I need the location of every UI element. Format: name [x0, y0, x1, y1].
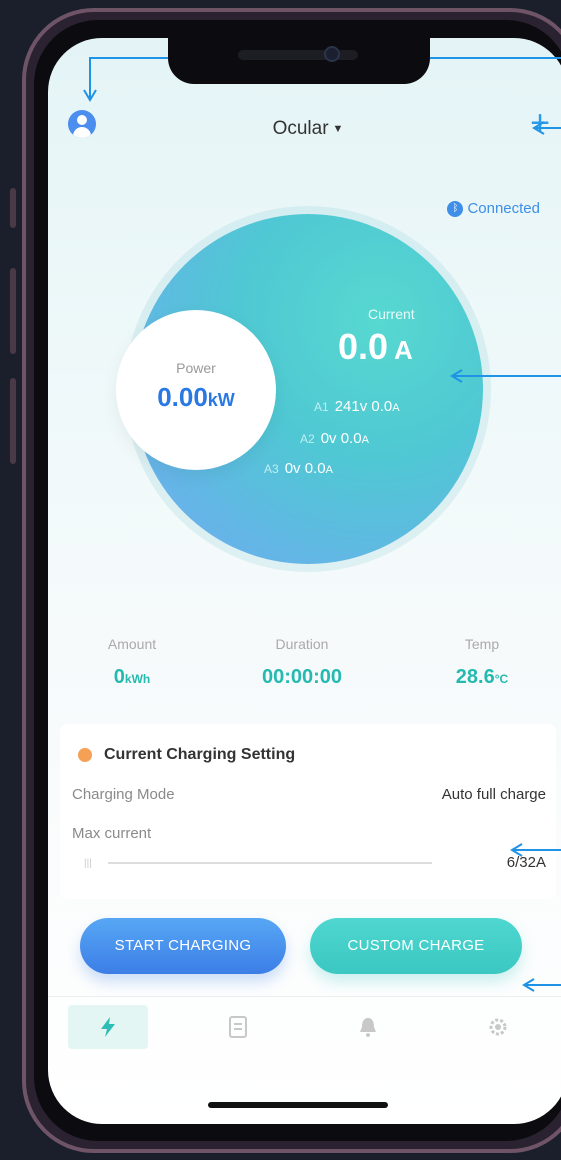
- speaker: [238, 50, 358, 60]
- max-current-label: Max current: [72, 825, 152, 842]
- settings-title: Current Charging Setting: [78, 746, 295, 764]
- charging-settings-card: Current Charging Setting Charging Mode A…: [60, 724, 556, 899]
- gear-icon: [489, 1018, 507, 1036]
- lightning-icon: [101, 1017, 115, 1037]
- stat-amount: Amount 0kWh: [62, 636, 202, 689]
- power-gauge: Power 0.00kW: [116, 310, 276, 470]
- phase-voltage: 0v: [284, 460, 301, 477]
- tab-settings[interactable]: [458, 1005, 538, 1049]
- stat-value-wrap: 00:00:00: [232, 666, 372, 689]
- bell-icon: [360, 1018, 376, 1037]
- current-value-wrap: 0.0 A: [338, 326, 413, 368]
- volume-down-button: [10, 378, 16, 464]
- notch: [168, 38, 430, 84]
- phase-voltage: 0v: [320, 430, 337, 447]
- slider-track[interactable]: [108, 862, 432, 864]
- home-indicator: [208, 1102, 388, 1108]
- stat-label: Temp: [464, 636, 500, 652]
- max-current-slider[interactable]: |||: [72, 858, 432, 869]
- charging-mode-value[interactable]: Auto full charge: [442, 786, 546, 803]
- stat-label: Amount: [107, 636, 157, 652]
- stat-label: Duration: [275, 636, 329, 652]
- phase-row: A2 0v 0.0A: [300, 430, 369, 447]
- current-unit: A: [394, 335, 413, 365]
- phase-unit: A: [392, 402, 400, 414]
- connection-label: Connected: [467, 200, 540, 217]
- charging-mode-label: Charging Mode: [72, 786, 175, 803]
- stat-value: 28.6: [455, 666, 495, 688]
- add-device-icon[interactable]: +: [530, 106, 550, 140]
- stat-unit: °C: [494, 672, 509, 686]
- device-selector[interactable]: Ocular ▼: [48, 118, 561, 140]
- current-value: 0.0: [338, 326, 389, 367]
- slider-handle[interactable]: |||: [84, 858, 98, 869]
- tab-notifications[interactable]: [328, 1005, 408, 1049]
- phase-current: 0.0: [340, 430, 362, 447]
- app-header: Ocular ▼ +: [48, 106, 561, 148]
- phase-current: 0.0: [304, 460, 326, 477]
- stat-temp: Temp 28.6°C: [412, 636, 552, 689]
- app-screen: Ocular ▼ + ᛒ Connected Power 0.00kW Curre…: [48, 38, 561, 1124]
- tab-records[interactable]: [198, 1005, 278, 1049]
- phase-tag: A1: [314, 400, 329, 414]
- stat-duration: Duration 00:00:00: [232, 636, 372, 689]
- power-unit: kW: [207, 390, 235, 410]
- tab-charging[interactable]: [68, 1005, 148, 1049]
- volume-up-button: [10, 268, 16, 354]
- stat-value-wrap: 0kWh: [62, 666, 202, 689]
- bluetooth-icon: ᛒ: [447, 200, 464, 217]
- power-value-wrap: 0.00kW: [116, 382, 276, 413]
- mute-switch: [10, 188, 16, 228]
- bluetooth-status: ᛒ Connected: [447, 200, 540, 217]
- stat-value: 0: [113, 666, 125, 688]
- current-label: Current: [368, 306, 415, 322]
- phase-tag: A2: [300, 432, 315, 446]
- phase-row: A1 241v 0.0A: [314, 398, 400, 415]
- phase-tag: A3: [264, 462, 279, 476]
- phase-voltage: 241v: [334, 398, 368, 415]
- device-name: Ocular: [272, 118, 329, 139]
- power-label: Power: [176, 360, 216, 376]
- custom-charge-button[interactable]: CUSTOM CHARGE: [310, 918, 522, 974]
- stat-value: 00:00:00: [261, 666, 343, 688]
- phase-unit: A: [325, 464, 333, 476]
- start-charging-button[interactable]: START CHARGING: [80, 918, 286, 974]
- stat-value-wrap: 28.6°C: [412, 666, 552, 689]
- power-value: 0.00: [157, 382, 208, 412]
- settings-icon: [78, 748, 92, 762]
- caret-down-icon: ▼: [332, 123, 344, 135]
- settings-title-text: Current Charging Setting: [104, 746, 296, 763]
- phase-row: A3 0v 0.0A: [264, 460, 333, 477]
- phase-unit: A: [361, 434, 369, 446]
- max-current-value: 6/32A: [506, 854, 546, 871]
- bottom-tab-bar: [48, 996, 561, 1057]
- document-icon: [229, 1016, 247, 1038]
- stat-unit: kWh: [124, 672, 151, 686]
- phase-current: 0.0: [371, 398, 393, 415]
- camera: [324, 46, 340, 62]
